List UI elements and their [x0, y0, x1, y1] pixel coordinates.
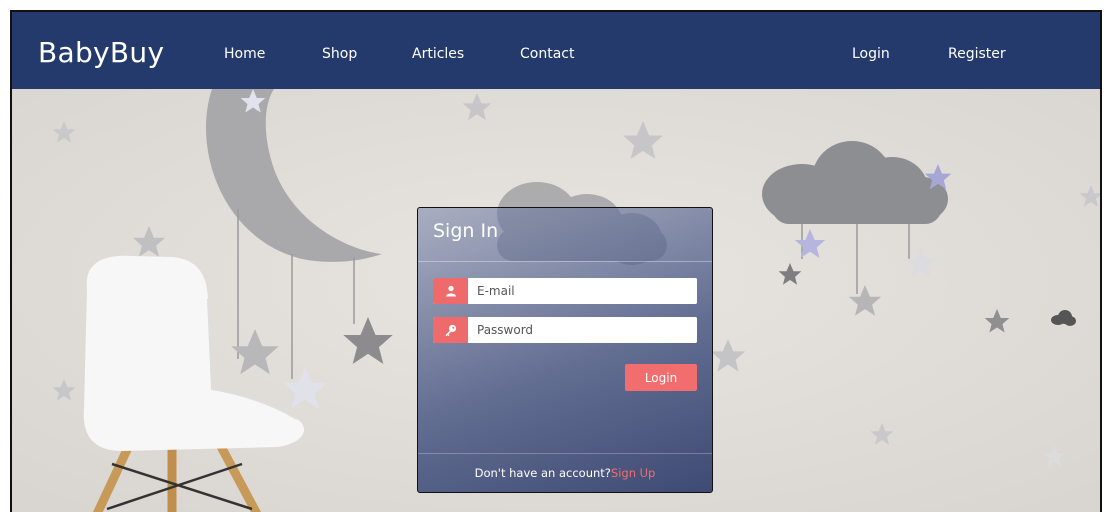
- key-icon: [433, 317, 468, 343]
- email-field-group: [433, 278, 697, 304]
- email-input[interactable]: [468, 278, 697, 304]
- nav-link-login[interactable]: Login: [852, 46, 890, 62]
- user-icon: [433, 278, 468, 304]
- nav-link-home[interactable]: Home: [224, 46, 265, 62]
- nav-link-articles[interactable]: Articles: [412, 46, 464, 62]
- nav-link-contact[interactable]: Contact: [520, 46, 574, 62]
- nav-link-shop[interactable]: Shop: [322, 46, 357, 62]
- signin-footer: Don't have an account?Sign Up: [418, 453, 712, 492]
- top-navbar: BabyBuy Home Shop Articles Contact Login…: [12, 12, 1100, 89]
- password-field-group: [433, 317, 697, 343]
- password-input[interactable]: [468, 317, 697, 343]
- no-account-text: Don't have an account?: [474, 466, 611, 480]
- signin-title: Sign In: [433, 220, 499, 242]
- signin-panel: Sign In Login Don't hav: [417, 207, 713, 493]
- signup-link[interactable]: Sign Up: [611, 466, 655, 480]
- page-frame: BabyBuy Home Shop Articles Contact Login…: [10, 10, 1102, 512]
- nav-link-register[interactable]: Register: [948, 46, 1006, 62]
- signin-divider: [418, 261, 712, 262]
- login-button[interactable]: Login: [625, 364, 697, 391]
- brand-logo[interactable]: BabyBuy: [38, 36, 164, 69]
